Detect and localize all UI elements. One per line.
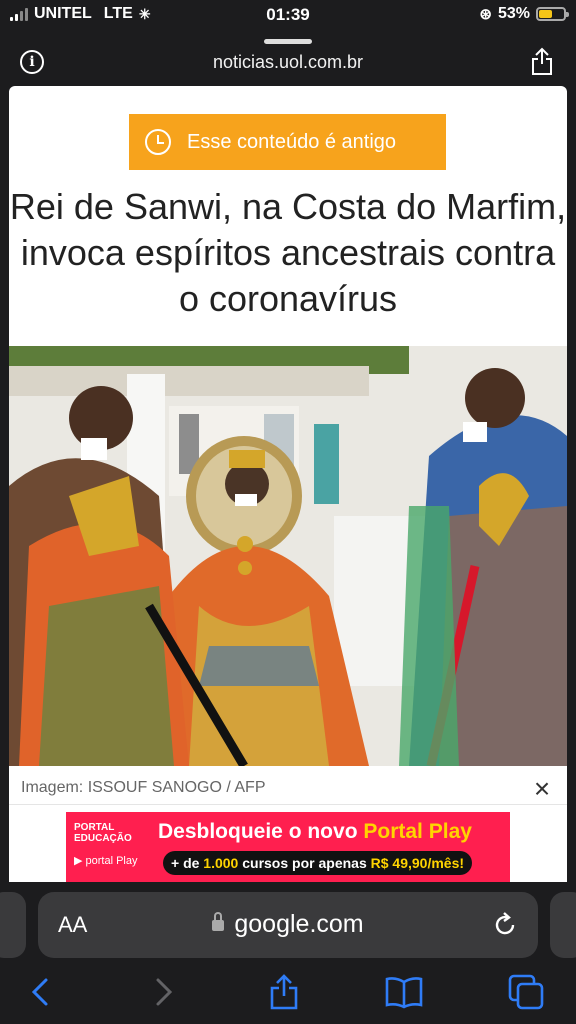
browser-header: i noticias.uol.com.br xyxy=(0,44,576,84)
previous-tab-preview[interactable] xyxy=(0,892,26,958)
bookmarks-icon[interactable] xyxy=(384,972,424,1012)
ad-brand-sub-label: portal Play xyxy=(85,855,138,867)
image-caption: Imagem: ISSOUF SANOGO / AFP xyxy=(21,779,266,796)
close-icon[interactable]: × xyxy=(525,772,559,806)
back-icon[interactable] xyxy=(20,972,60,1012)
reload-icon[interactable] xyxy=(490,910,520,940)
status-bar: UNITEL LTE ✳ 01:39 ⊛ 53% xyxy=(0,0,576,30)
ad-offer-pre: + de xyxy=(171,855,200,871)
ad-headline-pre: Desbloqueie o novo xyxy=(158,820,358,843)
next-tab-preview[interactable] xyxy=(550,892,576,958)
orientation-lock-icon: ⊛ xyxy=(479,6,492,23)
divider xyxy=(9,804,567,805)
share-icon[interactable] xyxy=(264,972,304,1012)
clock-icon xyxy=(145,129,171,155)
address-text: google.com xyxy=(234,910,364,938)
battery-fill xyxy=(539,10,552,18)
ad-banner[interactable]: PORTAL EDUCAÇÃO ▶ portal Play Desbloquei… xyxy=(66,812,510,882)
ad-brand-line2: EDUCAÇÃO xyxy=(74,833,132,844)
address-bar[interactable]: AA google.com xyxy=(38,892,538,958)
page-domain: noticias.uol.com.br xyxy=(212,52,364,72)
ad-brand-line1: PORTAL xyxy=(74,822,115,833)
share-icon[interactable] xyxy=(530,46,554,76)
ad-offer: + de 1.000 cursos por apenas R$ 49,90/mê… xyxy=(163,851,473,875)
battery-percent: 53% xyxy=(497,5,530,22)
lock-icon xyxy=(212,912,225,931)
ad-brand: PORTAL EDUCAÇÃO xyxy=(74,822,132,844)
ad-offer-mid: cursos por apenas xyxy=(242,855,367,871)
ad-offer-price: R$ 49,90/mês! xyxy=(370,855,465,871)
old-content-badge: Esse conteúdo é antigo xyxy=(129,114,446,170)
tabs-icon[interactable] xyxy=(506,972,546,1012)
address-field[interactable]: google.com xyxy=(38,910,538,939)
ad-brand-sub: ▶ portal Play xyxy=(74,855,138,867)
article-photo[interactable] xyxy=(9,346,567,766)
status-right: ⊛ 53% xyxy=(479,5,569,23)
ad-headline: Desbloqueie o novo Portal Play xyxy=(158,820,472,844)
ad-offer-count: 1.000 xyxy=(203,855,239,871)
article-title: Rei de Sanwi, na Costa do Marfim, invoca… xyxy=(9,186,567,319)
ad-headline-highlight: Portal Play xyxy=(363,820,472,843)
battery-icon xyxy=(536,7,569,21)
web-page: Esse conteúdo é antigo Rei de Sanwi, na … xyxy=(9,86,567,882)
bottom-toolbar xyxy=(0,962,576,1024)
forward-icon[interactable] xyxy=(144,972,184,1012)
old-content-label: Esse conteúdo é antigo xyxy=(187,130,397,153)
